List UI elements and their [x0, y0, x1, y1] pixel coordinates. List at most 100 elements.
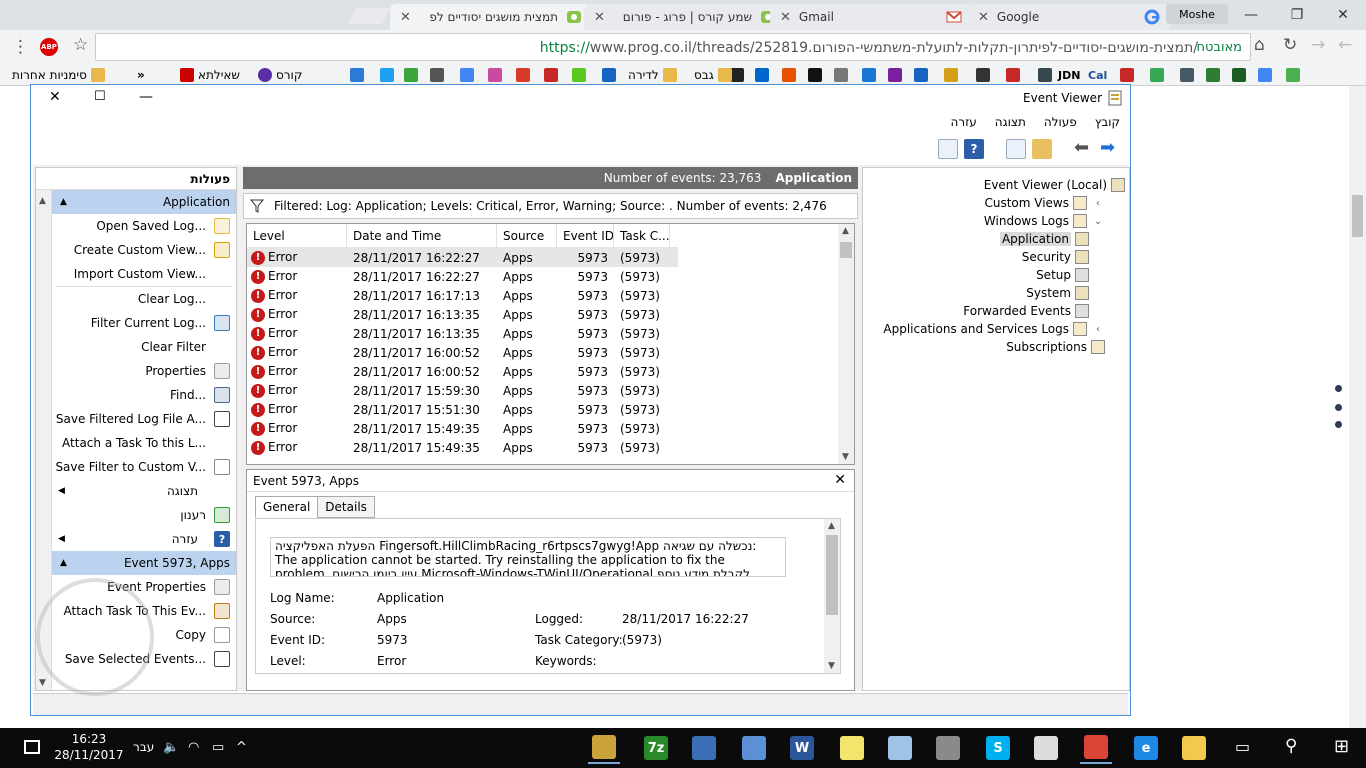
bookmark-favicon-icon[interactable]: [1180, 68, 1194, 82]
page-scrollbar[interactable]: [1349, 86, 1366, 728]
bookmark-sheilta[interactable]: שאילתא: [180, 67, 240, 83]
table-row[interactable]: ! Error 28/11/2017 16:17:13 Apps 5973 (5973): [247, 286, 678, 305]
bookmark-favicon-icon[interactable]: [544, 68, 558, 82]
collapse-triangle-icon[interactable]: ▲: [60, 197, 67, 207]
taskbar-sticky-notes[interactable]: [836, 732, 868, 764]
bookmark-favicon-icon[interactable]: [404, 68, 418, 82]
action-item[interactable]: Copy: [52, 623, 236, 647]
close-tab-icon[interactable]: ✕: [400, 10, 411, 25]
start-icon[interactable]: ⊞: [1334, 736, 1349, 757]
bookmark-favicon-icon[interactable]: [460, 68, 474, 82]
up-folder-icon[interactable]: [1032, 139, 1052, 159]
bookmark-favicon-icon[interactable]: [1258, 68, 1272, 82]
taskbar-explorer[interactable]: [1178, 732, 1210, 764]
actions-submenu[interactable]: ◀ תצוגה: [52, 479, 236, 503]
column-header[interactable]: Event ID: [557, 224, 614, 248]
bookmark-favicon-icon[interactable]: [572, 68, 586, 82]
table-row[interactable]: ! Error 28/11/2017 16:00:52 Apps 5973 (5973): [247, 343, 678, 362]
clock[interactable]: 16:23 28/11/2017: [52, 731, 126, 763]
bookmark-favicon-icon[interactable]: [1206, 68, 1220, 82]
adblock-icon[interactable]: ABP: [40, 38, 58, 56]
scroll-up-icon[interactable]: ▲: [842, 226, 849, 236]
column-header[interactable]: Level: [247, 224, 347, 248]
menu-view[interactable]: תצוגה: [995, 115, 1026, 129]
bookmark-other[interactable]: סימניות אחרות: [12, 67, 105, 83]
reload-icon[interactable]: ↻: [1283, 35, 1297, 55]
bookmark-gevs[interactable]: גבס: [694, 67, 732, 83]
actions-scrollbar[interactable]: ▲ ▼: [36, 190, 52, 690]
taskbar-remote[interactable]: [738, 732, 770, 764]
expand-caret-icon[interactable]: ‹: [1091, 324, 1105, 335]
table-row[interactable]: ! Error 28/11/2017 16:13:35 Apps 5973 (5973): [247, 305, 678, 324]
action-center-icon[interactable]: [24, 740, 40, 754]
action-item[interactable]: Clear Filter: [52, 335, 236, 359]
bookmark-favicon-icon[interactable]: [1232, 68, 1246, 82]
table-row[interactable]: ! Error 28/11/2017 16:22:27 Apps 5973 (5973): [247, 267, 678, 286]
table-row[interactable]: ! Error 28/11/2017 16:22:27 Apps 5973 (5973): [247, 248, 678, 267]
bookmark-cal[interactable]: Cal: [1088, 67, 1107, 83]
action-item[interactable]: Save Selected Events...: [52, 647, 236, 671]
address-bar[interactable]: https://www.prog.co.il/threads/252819.תמ…: [95, 33, 1251, 61]
bookmark-favicon-icon[interactable]: [602, 68, 616, 82]
tree-item[interactable]: Event Viewer (Local): [984, 176, 1125, 194]
action-item[interactable]: Properties: [52, 359, 236, 383]
bookmark-favicon-icon[interactable]: [914, 68, 928, 82]
home-icon[interactable]: ⌂: [1254, 35, 1265, 55]
table-row[interactable]: ! Error 28/11/2017 15:51:30 Apps 5973 (5973): [247, 400, 678, 419]
minimize-icon[interactable]: —: [139, 89, 153, 105]
action-item[interactable]: Save Filtered Log File A...: [52, 407, 236, 431]
table-row[interactable]: ! Error 28/11/2017 15:49:35 Apps 5973 (5973): [247, 419, 678, 438]
bookmark-jdn[interactable]: JDN: [1058, 67, 1080, 83]
bookmark-favicon-icon[interactable]: [730, 68, 744, 82]
maximize-icon[interactable]: ☐: [94, 89, 106, 104]
grid-scrollbar-thumb[interactable]: [840, 242, 852, 258]
action-item[interactable]: Attach Task To This Ev...: [52, 599, 236, 623]
tree-item[interactable]: Custom Views ‹: [984, 194, 1105, 212]
show-hidden-icons-icon[interactable]: ^: [236, 740, 247, 755]
scroll-down-icon[interactable]: ▼: [842, 452, 849, 462]
column-header[interactable]: Task C...: [614, 224, 670, 248]
tree-item[interactable]: Security: [1022, 248, 1089, 266]
profile-button[interactable]: Moshe: [1166, 4, 1228, 24]
bookmark-favicon-icon[interactable]: [1120, 68, 1134, 82]
event-message[interactable]: הפעלת האפליקציה Fingersoft.HillClimbRaci…: [270, 537, 786, 577]
taskbar-word[interactable]: W: [786, 732, 818, 764]
bookmark-favicon-icon[interactable]: [1038, 68, 1052, 82]
taskbar-scanner[interactable]: [688, 732, 720, 764]
bookmark-favicon-icon[interactable]: [862, 68, 876, 82]
bookmark-favicon-icon[interactable]: [488, 68, 502, 82]
actions-section[interactable]: ▲ Event 5973, Apps: [52, 551, 236, 575]
back-arrow-icon[interactable]: ⬅: [1074, 139, 1094, 159]
wifi-icon[interactable]: ◠: [188, 740, 199, 755]
actions-section[interactable]: ▲ Application: [52, 190, 236, 214]
tree-item[interactable]: Application: [999, 230, 1089, 248]
taskbar-edge[interactable]: e: [1130, 732, 1162, 764]
action-item[interactable]: רענון: [52, 503, 236, 527]
menu-action[interactable]: פעולה: [1044, 115, 1077, 129]
actions-submenu[interactable]: ◀ עזרה?: [52, 527, 236, 551]
bookmark-favicon-icon[interactable]: [755, 68, 769, 82]
column-header[interactable]: Source: [497, 224, 557, 248]
close-icon[interactable]: ✕: [1320, 0, 1366, 30]
table-row[interactable]: ! Error 28/11/2017 15:59:30 Apps 5973 (5973): [247, 381, 678, 400]
tree-item[interactable]: Setup: [1036, 266, 1089, 284]
new-tab-button[interactable]: [348, 8, 390, 24]
tree-item[interactable]: Forwarded Events: [963, 302, 1089, 320]
scroll-up-icon[interactable]: ▲: [828, 521, 835, 531]
bookmark-favicon-icon[interactable]: [888, 68, 902, 82]
menu-kebab-icon[interactable]: ⋮: [12, 37, 29, 57]
close-tab-icon[interactable]: ✕: [594, 10, 605, 25]
bookmark-star-icon[interactable]: ☆: [73, 35, 88, 55]
table-row[interactable]: ! Error 28/11/2017 16:13:35 Apps 5973 (5973): [247, 324, 678, 343]
collapse-triangle-icon[interactable]: ▲: [60, 558, 67, 568]
bookmark-favicon-icon[interactable]: [516, 68, 530, 82]
bookmark-dira[interactable]: לדירה: [628, 67, 677, 83]
action-item[interactable]: Attach a Task To this L...: [52, 431, 236, 455]
action-item[interactable]: Event Properties: [52, 575, 236, 599]
table-row[interactable]: ! Error 28/11/2017 15:49:35 Apps 5973 (5973): [247, 438, 678, 457]
task-view-icon[interactable]: ▭: [1235, 737, 1250, 756]
bookmark-favicon-icon[interactable]: [380, 68, 394, 82]
bookmark-favicon-icon[interactable]: [1286, 68, 1300, 82]
bookmark-overflow[interactable]: »: [137, 67, 145, 83]
bookmark-favicon-icon[interactable]: [782, 68, 796, 82]
